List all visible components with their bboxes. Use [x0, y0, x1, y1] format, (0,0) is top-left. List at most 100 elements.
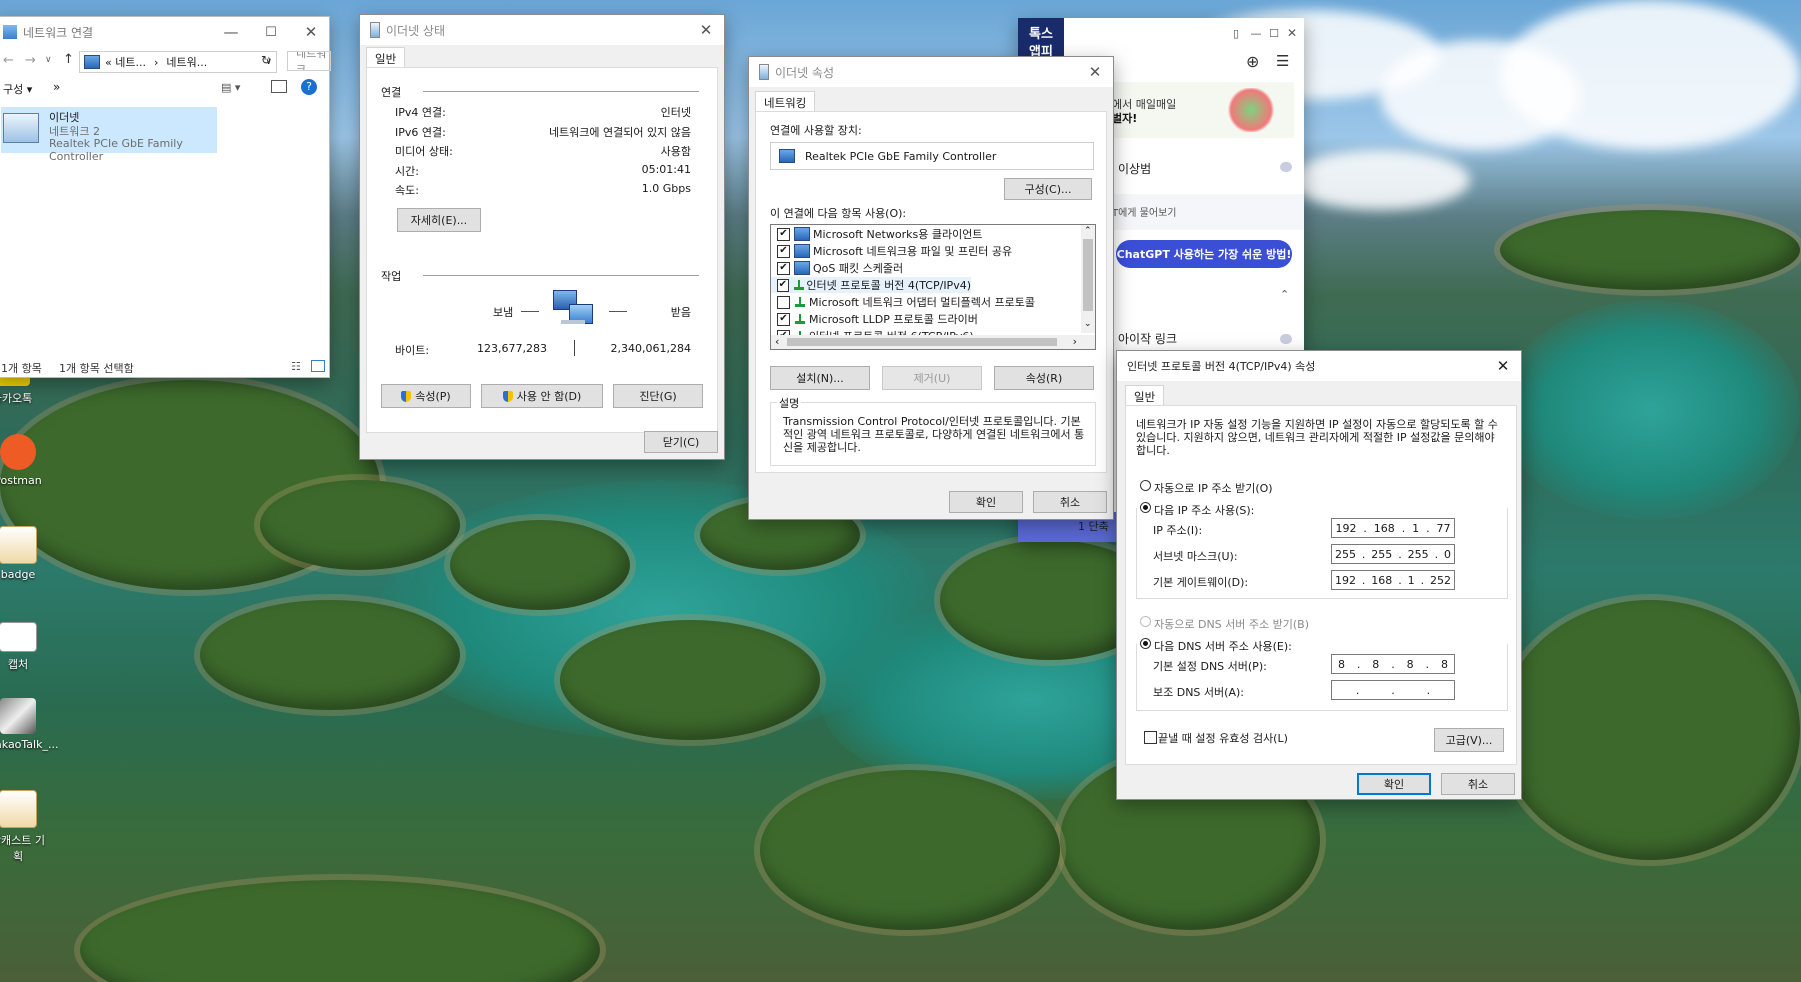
dot-separator: . [1426, 683, 1431, 697]
scroll-thumb[interactable] [1083, 239, 1093, 311]
close-button[interactable]: ✕ [1075, 57, 1115, 87]
list-item-selected[interactable]: ✔ 인터넷 프로토콜 버전 4(TCP/IPv4) [771, 277, 971, 293]
checkbox[interactable] [777, 295, 790, 309]
advanced-button[interactable]: 고급(V)... [1434, 728, 1504, 752]
organize-menu[interactable]: 구성 ▾ [3, 81, 32, 97]
link-label[interactable]: 아이작 링크 [1118, 330, 1177, 347]
desktop-icon-capture[interactable]: 캡처 [0, 622, 48, 672]
configure-button[interactable]: 구성(C)... [1004, 178, 1092, 200]
checkbox[interactable]: ✔ [777, 312, 790, 326]
up-arrow-icon[interactable]: ↑ [63, 52, 74, 67]
diagnose-button[interactable]: 진단(G) [613, 384, 703, 408]
help-icon[interactable]: ? [301, 79, 317, 95]
desktop-icon-kakaotalk-image[interactable]: KakaoTalk_... [0, 698, 59, 751]
dot-separator: . [1363, 521, 1367, 535]
scroll-down-icon[interactable]: ⌄ [1084, 319, 1092, 329]
desktop-icon-postman[interactable]: Postman [0, 434, 48, 487]
checkbox[interactable]: ✔ [777, 227, 790, 241]
address-bar[interactable]: « 네트... › 네트워... ∨ [79, 51, 277, 73]
qos-icon [794, 261, 810, 275]
preferred-dns-field[interactable]: 8. 8. 8. 8 [1331, 654, 1455, 674]
install-button[interactable]: 설치(N)... [770, 366, 870, 390]
list-item[interactable]: Microsoft 네트워크 어댑터 멀티플렉서 프로토콜 [771, 294, 1035, 310]
manual-dns-group: 기본 설정 DNS 서버(P): 8. 8. 8. 8 보조 DNS 서버(A): .… [1136, 644, 1508, 711]
scroll-thumb[interactable] [787, 338, 1057, 346]
promo-banner[interactable]: 에서 매일매일 벌자! [1108, 82, 1294, 138]
cancel-button[interactable]: 취소 [1441, 773, 1515, 795]
view-options-icon[interactable]: ▤ ▾ [221, 81, 240, 94]
ok-button[interactable]: 확인 [1357, 773, 1431, 795]
dialog-title: 이더넷 속성 [775, 65, 835, 80]
gateway-field[interactable]: 192. 168. 1. 252 [1331, 570, 1455, 590]
promo-text: 벌자! [1112, 112, 1138, 125]
auto-ip-label[interactable]: 자동으로 IP 주소 받기(O) [1154, 480, 1273, 496]
forward-arrow-icon[interactable]: → [25, 53, 36, 68]
connect-using-label: 연결에 사용할 장치: [770, 124, 862, 137]
scroll-up-icon[interactable]: ⌃ [1084, 226, 1092, 236]
alternate-dns-field[interactable]: ... [1331, 680, 1455, 700]
desktop-icon-label: KakaoTalk_... [0, 738, 59, 751]
scroll-left-icon[interactable]: ‹ [775, 335, 779, 348]
vertical-scrollbar[interactable]: ⌃ ⌄ [1081, 225, 1095, 333]
ok-button[interactable]: 확인 [949, 491, 1023, 513]
minimize-button[interactable]: — [211, 17, 251, 47]
alternate-dns-label: 보조 DNS 서버(A): [1153, 686, 1244, 699]
sent-label: 보냄 [493, 306, 514, 319]
chatgpt-cta-button[interactable]: ChatGPT 사용하는 가장 쉬운 방법! [1116, 240, 1292, 268]
organize-label: 구성 [3, 83, 24, 96]
subnet-mask-field[interactable]: 255. 255. 255. 0 [1331, 544, 1455, 564]
dot-separator: . [1391, 683, 1395, 697]
checkbox[interactable]: ✔ [777, 278, 789, 292]
validate-checkbox[interactable] [1144, 731, 1157, 744]
more-commands-button[interactable]: » [53, 80, 60, 94]
dialog-title: 이더넷 상태 [386, 23, 446, 38]
breadcrumb-segment[interactable]: « 네트... [105, 54, 146, 70]
validate-label[interactable]: 끝낼 때 설정 유효성 검사(L) [1158, 730, 1288, 746]
properties-button[interactable]: 속성(P) [381, 384, 471, 408]
network-adapter-icon [759, 64, 769, 80]
description-header: 설명 [777, 395, 802, 411]
network-adapter-item[interactable]: 이더넷 네트워크 2 Realtek PCIe GbE Family Contr… [1, 107, 217, 163]
cancel-button[interactable]: 취소 [1033, 491, 1107, 513]
close-dialog-button[interactable]: 닫기(C) [644, 431, 718, 453]
preferred-dns-label: 기본 설정 DNS 서버(P): [1153, 660, 1267, 673]
list-item[interactable]: ✔ QoS 패킷 스케줄러 [771, 260, 903, 276]
user-name[interactable]: 이상범 [1118, 160, 1151, 177]
checkbox[interactable]: ✔ [777, 244, 790, 258]
breadcrumb-segment[interactable]: 네트워... [166, 54, 207, 70]
ip-octet: 252 [1429, 573, 1451, 587]
refresh-icon[interactable]: ↻ [261, 53, 271, 67]
desktop-icon-podcast[interactable]: 팟캐스트 기획 [0, 790, 48, 864]
details-button[interactable]: 자세히(E)... [397, 208, 481, 232]
scroll-right-icon[interactable]: › [1073, 335, 1077, 348]
close-button[interactable]: ✕ [1280, 18, 1304, 48]
list-item[interactable]: ✔ Microsoft LLDP 프로토콜 드라이버 [771, 311, 978, 327]
search-input[interactable]: 네트워크 [287, 51, 331, 71]
subnet-mask-label: 서브넷 마스크(U): [1153, 550, 1238, 563]
ip-octet: 168 [1373, 521, 1395, 535]
horizontal-scrollbar[interactable]: ‹ › [771, 335, 1095, 349]
back-arrow-icon[interactable]: ← [3, 53, 14, 68]
selected-count: 1개 항목 선택함 [59, 362, 134, 375]
disable-button[interactable]: 사용 안 함(D) [481, 384, 603, 408]
large-icons-view-icon[interactable] [311, 360, 325, 372]
maximize-button[interactable]: ☐ [251, 17, 291, 47]
desktop-icon-badge[interactable]: badge [0, 526, 48, 581]
list-item[interactable]: ✔ Microsoft Networks용 클라이언트 [771, 226, 982, 242]
collapse-chevron-icon[interactable]: ⌃ [1280, 288, 1289, 301]
dropdown-chevron-icon[interactable]: ∨ [45, 55, 52, 65]
close-button[interactable]: ✕ [291, 17, 331, 47]
details-view-icon[interactable]: ☷ [291, 360, 301, 373]
checkbox[interactable]: ✔ [777, 261, 790, 275]
ip-address-field[interactable]: 192. 168. 1. 77 [1331, 518, 1455, 538]
preview-pane-icon[interactable] [271, 80, 287, 93]
item-properties-button[interactable]: 속성(R) [994, 366, 1094, 390]
add-friend-icon[interactable]: ⊕ [1246, 52, 1259, 71]
auto-ip-radio[interactable] [1140, 480, 1151, 491]
close-button[interactable]: ✕ [686, 15, 726, 45]
protocol-icon [794, 296, 806, 308]
settings-icon[interactable]: ☰ [1276, 52, 1289, 70]
status-bar: 1개 항목 1개 항목 선택함 ☷ [0, 357, 331, 377]
close-button[interactable]: ✕ [1483, 351, 1523, 381]
list-item[interactable]: ✔ Microsoft 네트워크용 파일 및 프린터 공유 [771, 243, 1012, 259]
